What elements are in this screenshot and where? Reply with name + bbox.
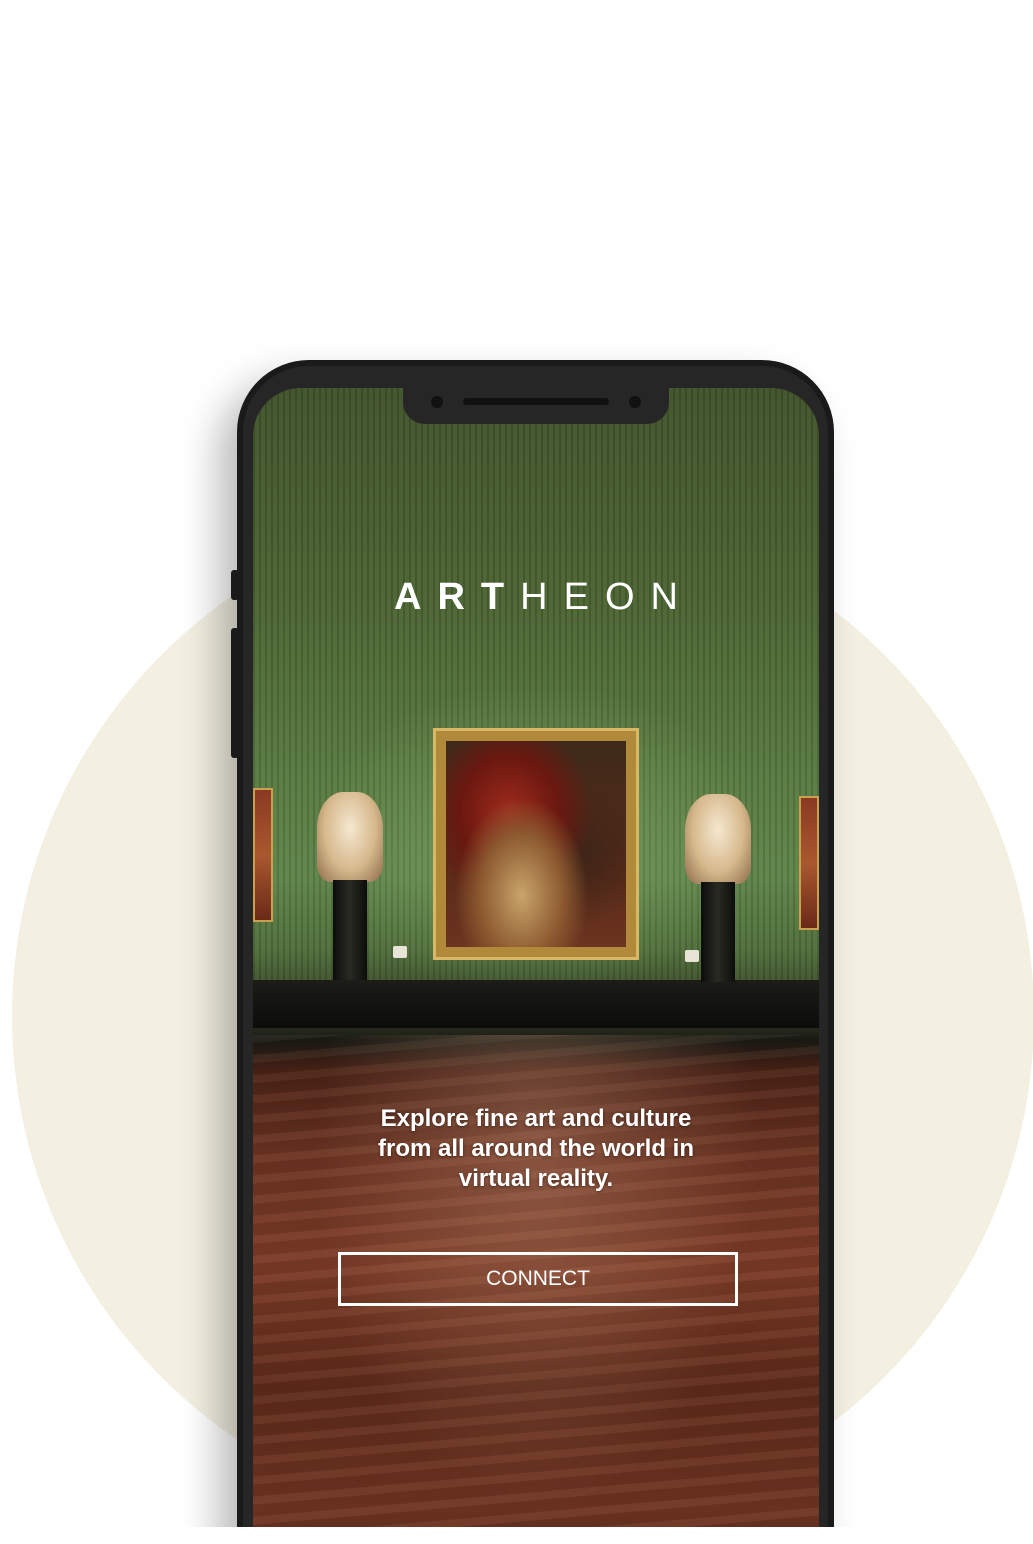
phone-device: ARTHEON Explore fine art and culture fro… bbox=[231, 360, 834, 1527]
connect-button[interactable]: CONNECT bbox=[338, 1252, 738, 1306]
front-camera-icon bbox=[431, 396, 443, 408]
tagline-text: Explore fine art and culture from all ar… bbox=[377, 1105, 694, 1192]
right-pedestal bbox=[701, 882, 735, 982]
earpiece-speaker bbox=[463, 398, 609, 405]
mockup-stage: ARTHEON Explore fine art and culture fro… bbox=[0, 0, 1033, 1544]
logo-strong-text: ART bbox=[394, 576, 521, 618]
logo-light-text: HEON bbox=[520, 576, 694, 618]
left-pedestal bbox=[333, 880, 367, 980]
phone-clip: ARTHEON Explore fine art and culture fro… bbox=[12, 0, 1033, 1527]
central-painting bbox=[433, 728, 639, 960]
right-side-painting bbox=[799, 796, 819, 930]
left-side-painting bbox=[253, 788, 273, 922]
side-button-upper bbox=[231, 570, 239, 600]
left-floor-lamp bbox=[393, 946, 407, 958]
painting-canvas bbox=[446, 741, 626, 947]
right-floor-lamp bbox=[685, 950, 699, 962]
proximity-sensor-icon bbox=[629, 396, 641, 408]
left-bust bbox=[317, 792, 383, 882]
app-screen: ARTHEON Explore fine art and culture fro… bbox=[253, 388, 819, 1527]
side-button-volume bbox=[231, 628, 239, 758]
right-bust bbox=[685, 794, 751, 884]
app-logo: ARTHEON bbox=[253, 576, 819, 619]
phone-notch bbox=[403, 388, 669, 424]
gallery-bench bbox=[253, 979, 819, 1029]
